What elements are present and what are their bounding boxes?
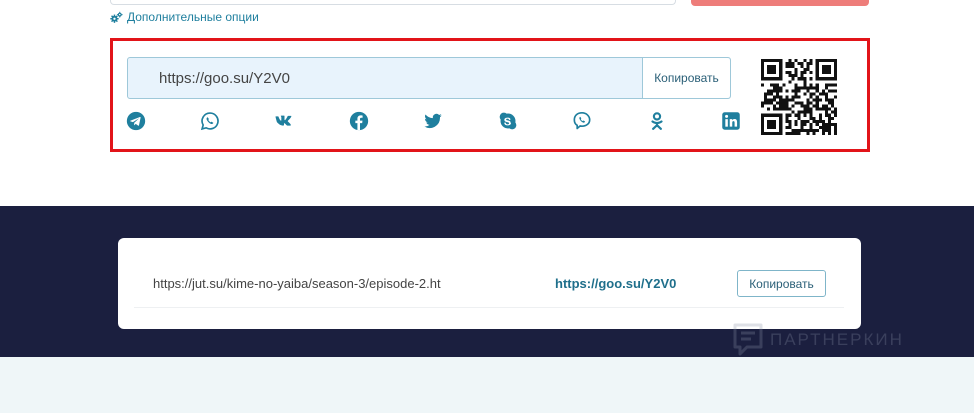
whatsapp-icon[interactable] xyxy=(199,110,221,132)
viber-icon[interactable] xyxy=(571,110,593,132)
linkedin-icon[interactable] xyxy=(720,110,742,132)
short-url-text[interactable]: https://goo.su/Y2V0 xyxy=(128,58,642,98)
copy-short-url-button[interactable]: Копировать xyxy=(642,58,730,98)
vk-icon[interactable] xyxy=(273,110,295,132)
telegram-icon[interactable] xyxy=(125,110,147,132)
history-short-url-link[interactable]: https://goo.su/Y2V0 xyxy=(555,276,676,291)
share-buttons-row xyxy=(125,110,740,132)
partnerkin-watermark: ПАРТНЕРКИН xyxy=(732,322,904,358)
gears-icon xyxy=(110,11,123,23)
extra-options-label: Дополнительные опции xyxy=(127,10,259,24)
twitter-icon[interactable] xyxy=(422,110,444,132)
watermark-text: ПАРТНЕРКИН xyxy=(770,330,904,349)
facebook-icon[interactable] xyxy=(348,110,370,132)
partnerkin-logo-icon xyxy=(733,323,763,356)
copy-history-url-button[interactable]: Копировать xyxy=(737,270,826,297)
link-history-card: https://jut.su/kime-no-yaiba/season-3/ep… xyxy=(118,238,861,329)
short-url-field[interactable]: https://goo.su/Y2V0 Копировать xyxy=(127,57,731,99)
odnoklassniki-icon[interactable] xyxy=(646,110,668,132)
footer-background xyxy=(0,357,974,413)
skype-icon[interactable] xyxy=(497,110,519,132)
original-url: https://jut.su/kime-no-yaiba/season-3/ep… xyxy=(153,276,441,291)
url-input-bottom-edge[interactable] xyxy=(110,0,676,5)
table-row: https://jut.su/kime-no-yaiba/season-3/ep… xyxy=(134,266,844,308)
extra-options-link[interactable]: Дополнительные опции xyxy=(110,10,259,24)
shorten-button-bottom-edge[interactable] xyxy=(691,0,869,6)
short-link-result-panel: https://goo.su/Y2V0 Копировать xyxy=(110,38,870,152)
qr-code xyxy=(761,59,837,135)
